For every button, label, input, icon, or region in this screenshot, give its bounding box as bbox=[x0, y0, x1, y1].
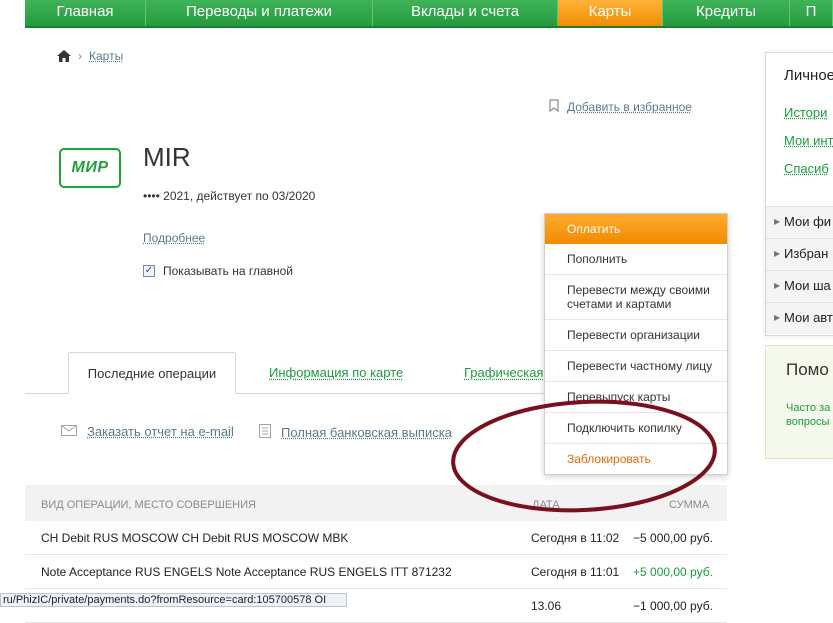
tab-graph-label[interactable]: Графическая bbox=[464, 365, 543, 380]
tab-graph[interactable]: Графическая bbox=[464, 352, 543, 393]
row-date: Сегодня в 11:02 bbox=[531, 531, 620, 545]
tab-last-operations[interactable]: Последние операции bbox=[68, 352, 236, 394]
triangle-right-icon: ▶ bbox=[774, 217, 781, 226]
nav-item-transfers[interactable]: Переводы и платежи bbox=[146, 0, 373, 26]
triangle-right-icon: ▶ bbox=[774, 313, 781, 322]
row-date: Сегодня в 11:01 bbox=[531, 565, 620, 579]
tab-card-info-label[interactable]: Информация по карте bbox=[269, 365, 403, 380]
help-title: Помо bbox=[786, 360, 829, 379]
personal-menu-panel: Личное Истори Мои инт Спасиб ▶ Мои фи ▶ … bbox=[765, 52, 833, 336]
email-report-action[interactable]: Заказать отчет на e-mail bbox=[61, 424, 234, 439]
right-link-history[interactable]: Истори bbox=[784, 105, 827, 120]
add-favorite-link[interactable]: Добавить в избранное bbox=[567, 100, 692, 114]
top-nav: Главная Переводы и платежи Вклады и счет… bbox=[25, 0, 833, 28]
details-link[interactable]: Подробнее bbox=[143, 231, 205, 245]
right-section-finance[interactable]: ▶ Мои фи bbox=[766, 206, 833, 238]
section-label: Мои фи bbox=[784, 214, 832, 229]
personal-menu-title: Личное bbox=[784, 67, 833, 84]
help-panel: Помо Часто за вопросы bbox=[765, 345, 833, 459]
card-title: MIR bbox=[143, 142, 191, 172]
menu-item-transfer-own[interactable]: Перевести между своими счетами и картами bbox=[545, 275, 727, 320]
row-operation: CH Debit RUS MOSCOW CH Debit RUS MOSCOW … bbox=[41, 531, 349, 545]
right-link-thanks[interactable]: Спасиб bbox=[784, 161, 829, 176]
menu-item-top-up[interactable]: Пополнить bbox=[545, 244, 727, 275]
nav-item-home[interactable]: Главная bbox=[25, 0, 146, 26]
row-amount: −1 000,00 руб. bbox=[633, 599, 713, 613]
show-on-main-checkbox[interactable]: ✓ bbox=[143, 265, 155, 277]
pay-button[interactable]: Оплатить bbox=[545, 214, 727, 244]
triangle-right-icon: ▶ bbox=[774, 249, 781, 258]
row-amount: −5 000,00 руб. bbox=[633, 531, 713, 545]
breadcrumb-cards-link[interactable]: Карты bbox=[89, 49, 123, 63]
right-section-favorites[interactable]: ▶ Избран bbox=[766, 238, 833, 270]
section-label: Мои ша bbox=[784, 278, 831, 293]
faq-link-line2: вопросы bbox=[786, 416, 830, 428]
faq-link[interactable]: Часто за вопросы bbox=[786, 401, 830, 429]
nav-item-deposits[interactable]: Вклады и счета bbox=[373, 0, 558, 26]
section-label: Мои авт bbox=[784, 310, 833, 325]
nav-item-more[interactable]: П bbox=[790, 0, 833, 26]
table-row[interactable]: Note Acceptance RUS ENGELS Note Acceptan… bbox=[25, 555, 727, 589]
right-section-templates[interactable]: ▶ Мои ша bbox=[766, 270, 833, 302]
right-section-autopay[interactable]: ▶ Мои авт bbox=[766, 302, 833, 334]
full-statement-action[interactable]: Полная банковская выписка bbox=[259, 424, 452, 441]
right-link-interests[interactable]: Мои инт bbox=[784, 133, 833, 148]
header-operation: ВИД ОПЕРАЦИИ, МЕСТО СОВЕРШЕНИЯ bbox=[41, 499, 256, 511]
home-icon[interactable] bbox=[57, 50, 71, 62]
annotation-ellipse bbox=[451, 399, 717, 513]
details-link-wrap: Подробнее bbox=[143, 231, 205, 245]
row-operation: Note Acceptance RUS ENGELS Note Acceptan… bbox=[41, 565, 452, 579]
show-on-main-row: ✓ Показывать на главной bbox=[143, 264, 293, 278]
full-statement-link[interactable]: Полная банковская выписка bbox=[281, 425, 452, 440]
menu-item-transfer-person[interactable]: Перевести частному лицу bbox=[545, 351, 727, 382]
menu-item-transfer-org[interactable]: Перевести организации bbox=[545, 320, 727, 351]
bookmark-icon bbox=[549, 99, 559, 115]
email-report-link[interactable]: Заказать отчет на e-mail bbox=[87, 424, 234, 439]
envelope-icon bbox=[61, 424, 77, 439]
faq-link-line1: Часто за bbox=[786, 402, 831, 414]
section-label: Избран bbox=[784, 246, 829, 261]
card-number-expiry: •••• 2021, действует по 03/2020 bbox=[143, 189, 316, 203]
chevron-right-icon: › bbox=[78, 49, 82, 63]
row-date: 13.06 bbox=[531, 599, 562, 613]
add-favorite[interactable]: Добавить в избранное bbox=[549, 99, 692, 115]
breadcrumb: › Карты bbox=[57, 49, 123, 63]
document-icon bbox=[259, 424, 271, 441]
nav-item-credits[interactable]: Кредиты bbox=[663, 0, 790, 26]
table-row[interactable]: CH Debit RUS MOSCOW CH Debit RUS MOSCOW … bbox=[25, 521, 727, 555]
mir-logo-text: МИР bbox=[71, 159, 109, 176]
show-on-main-label: Показывать на главной bbox=[163, 264, 294, 278]
tab-card-info[interactable]: Информация по карте bbox=[269, 352, 403, 393]
mir-logo: МИР bbox=[59, 148, 121, 188]
row-amount: +5 000,00 руб. bbox=[633, 565, 713, 579]
triangle-right-icon: ▶ bbox=[774, 281, 781, 290]
nav-item-cards[interactable]: Карты bbox=[558, 0, 663, 26]
